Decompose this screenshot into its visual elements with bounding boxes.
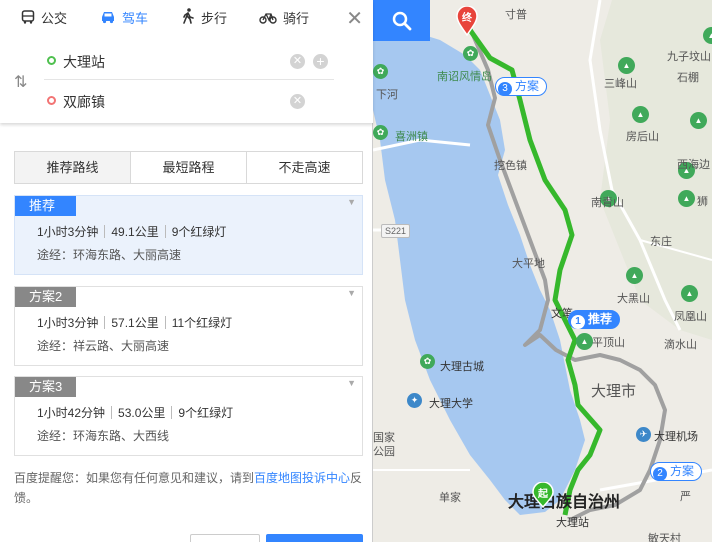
scenic-icon: ✿ — [420, 354, 435, 369]
map-label-dali-zhouzhi: 大理白族自治州 — [508, 494, 621, 511]
route-search-card: 公交 驾车 步行 骑行 ✕ ⇅ 大理站 ✕ + 双廊镇 ✕ — [0, 0, 373, 123]
route-panel: 公交 驾车 步行 骑行 ✕ ⇅ 大理站 ✕ + 双廊镇 ✕ 推荐路线 最短路程 … — [0, 0, 373, 542]
map-label-nanqing: 南青山 — [591, 197, 624, 209]
bike-icon — [259, 1, 277, 38]
mountain-icon — [681, 285, 698, 302]
map-label-daping: 大平地 — [512, 258, 545, 270]
route-plan-1[interactable]: 推荐 ▼ 1小时3分钟 49.1公里 9个红绿灯 途经：环海东路、大丽高速 — [14, 195, 363, 275]
route-inputs: ⇅ 大理站 ✕ + 双廊镇 ✕ — [0, 40, 373, 123]
chevron-down-icon[interactable]: ▼ — [347, 197, 356, 207]
route-tag-plan2[interactable]: 2 方案 — [650, 462, 703, 481]
start-marker-icon[interactable]: 起 — [532, 482, 554, 508]
search-button[interactable] — [373, 0, 430, 41]
route-tag-plan3[interactable]: 3 方案 — [495, 77, 548, 96]
map-label-dishui: 滴水山 — [664, 339, 697, 351]
route-tag-recommend[interactable]: 1 推荐 — [568, 310, 621, 329]
map-label-dalishi: 大理市 — [591, 383, 637, 400]
map-label-nanzhao: 南诏风情岛 — [437, 71, 492, 83]
plan-via: 途经：环海东路、大丽高速 — [37, 248, 182, 262]
start-field[interactable]: 大理站 ✕ + — [44, 42, 334, 80]
close-icon[interactable]: ✕ — [346, 9, 363, 29]
search-icon — [392, 11, 411, 30]
end-field[interactable]: 双廊镇 ✕ — [44, 82, 334, 120]
plan-badge: 方案2 — [15, 287, 76, 307]
complaint-center-link[interactable]: 百度地图投诉中心 — [254, 471, 350, 485]
plan-stats: 1小时3分钟 57.1公里 11个红绿灯 — [37, 316, 233, 330]
chevron-down-icon[interactable]: ▼ — [347, 288, 356, 298]
secondary-button[interactable] — [190, 534, 260, 542]
mountain-icon — [632, 106, 649, 123]
tab-no-highway[interactable]: 不走高速 — [247, 152, 362, 183]
road-shield-s221: S221 — [381, 224, 411, 238]
route-plan-3[interactable]: 方案3 ▼ 1小时42分钟 53.0公里 9个红绿灯 途经：环海东路、大西线 — [14, 376, 363, 456]
end-input[interactable]: 双廊镇 — [63, 92, 105, 112]
mountain-icon — [678, 190, 695, 207]
scenic-icon: ✿ — [373, 125, 388, 140]
map-label-xihai: 西海边 — [677, 159, 710, 171]
map-label-sanfeng: 三峰山 — [604, 78, 637, 90]
route-preference-tabs: 推荐路线 最短路程 不走高速 — [14, 151, 363, 184]
plan-badge: 推荐 — [15, 196, 76, 216]
mountain-icon — [626, 267, 643, 284]
map-label-dongzhuang: 东庄 — [650, 236, 672, 248]
map-label-jiuzi: 九子坟山 — [667, 51, 711, 63]
map-label-dali-daxue: 大理大学 — [429, 398, 473, 410]
add-waypoint-icon[interactable]: + — [313, 54, 328, 69]
clear-start-icon[interactable]: ✕ — [290, 54, 305, 69]
mountain-icon — [618, 57, 635, 74]
tab-bike[interactable]: 骑行 — [244, 0, 324, 37]
map-label-dali-zhan: 大理站 — [556, 517, 589, 529]
bus-icon — [21, 1, 35, 38]
map-label-jizu: 寸普 — [505, 9, 527, 21]
school-icon: ✦ — [407, 393, 422, 408]
map-label-fanghou: 房后山 — [626, 131, 659, 143]
mountain-icon — [690, 112, 707, 129]
plan-via: 途经：环海东路、大西线 — [37, 429, 170, 443]
scenic-icon: ✿ — [373, 64, 388, 79]
chevron-down-icon[interactable]: ▼ — [347, 378, 356, 388]
tab-shortest[interactable]: 最短路程 — [131, 152, 247, 183]
clear-end-icon[interactable]: ✕ — [290, 94, 305, 109]
end-marker-icon[interactable]: 终 — [456, 6, 478, 36]
swap-icon[interactable]: ⇅ — [14, 72, 27, 92]
map-label-gongyuan: 公园 — [373, 446, 395, 458]
map-label-shige: 石棚 — [677, 72, 699, 84]
transport-mode-tabs: 公交 驾车 步行 骑行 — [0, 0, 373, 37]
scenic-icon: ✿ — [463, 46, 478, 61]
map-label-fenghuang: 凤凰山 — [674, 311, 707, 323]
map-label-dali-gucheng: 大理古城 — [440, 361, 484, 373]
plan-stats: 1小时42分钟 53.0公里 9个红绿灯 — [37, 406, 234, 420]
tab-recommended[interactable]: 推荐路线 — [15, 152, 131, 183]
tab-bus[interactable]: 公交 — [4, 0, 84, 37]
map-label-danjia: 单家 — [439, 492, 461, 504]
map-label-yan: 严 — [680, 491, 691, 503]
map-label-minsheng: 敏天村 — [648, 533, 681, 542]
walk-icon — [181, 1, 195, 38]
tab-drive[interactable]: 驾车 — [84, 0, 164, 37]
start-dot-icon — [47, 56, 56, 65]
plan-badge: 方案3 — [15, 377, 76, 397]
feedback-tip: 百度提醒您：如果您有任何意见和建议，请到百度地图投诉中心反馈。 — [14, 471, 363, 505]
map-label-pingding: 平顶山 — [592, 337, 625, 349]
end-dot-icon — [47, 96, 56, 105]
map-label-shi: 狮 — [697, 196, 708, 208]
car-icon — [100, 1, 116, 38]
map-label-xiahe: 下河 — [376, 89, 398, 101]
mountain-icon — [576, 333, 593, 350]
plan-via: 途经：祥云路、大丽高速 — [37, 339, 170, 353]
airport-icon: ✈ — [636, 427, 651, 442]
primary-button[interactable] — [266, 534, 363, 542]
tab-walk[interactable]: 步行 — [164, 0, 244, 37]
map-label-dali-jichang: 大理机场 — [654, 431, 698, 443]
route-plan-2[interactable]: 方案2 ▼ 1小时3分钟 57.1公里 11个红绿灯 途经：祥云路、大丽高速 — [14, 286, 363, 366]
map-label-wayu: 挖色镇 — [494, 160, 527, 172]
plan-stats: 1小时3分钟 49.1公里 9个红绿灯 — [37, 225, 227, 239]
start-input[interactable]: 大理站 — [63, 52, 105, 72]
map-label-dahei: 大黑山 — [617, 293, 650, 305]
map-label-xizhou: 喜洲镇 — [395, 131, 428, 143]
